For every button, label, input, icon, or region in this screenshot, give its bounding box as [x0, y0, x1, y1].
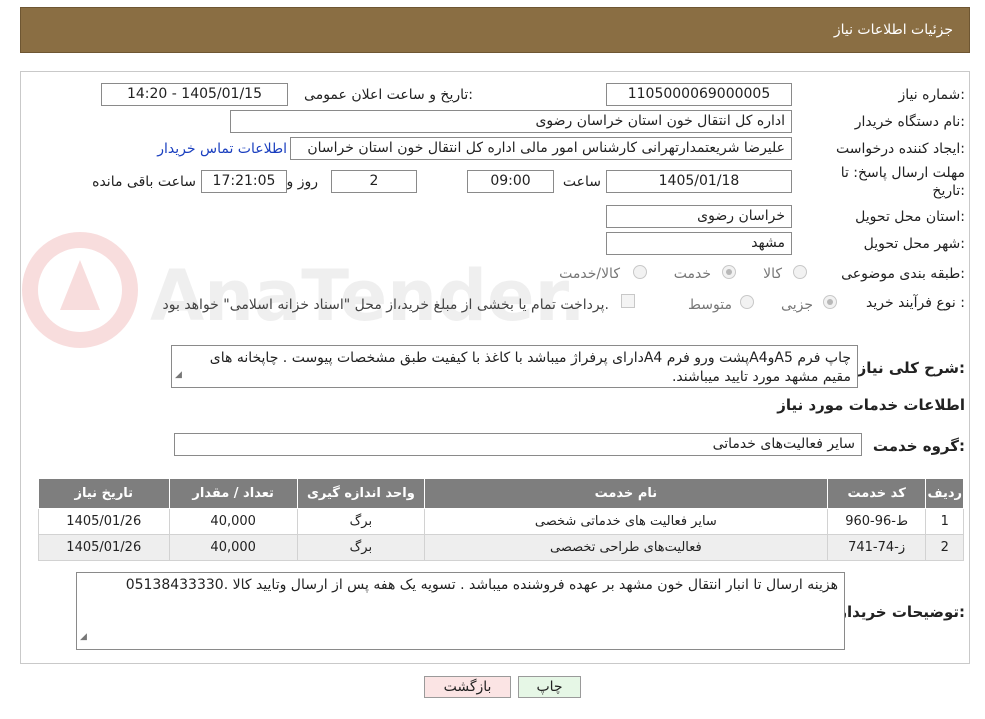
process-radio-minor[interactable]: [823, 295, 837, 309]
general-desc-label: شرح کلی نیاز:: [857, 359, 965, 377]
cell-service-code: ز-74-741: [826, 534, 927, 561]
column-header-service-name: نام خدمت: [423, 478, 828, 509]
province-value: خراسان رضوی: [606, 205, 792, 228]
process-label: نوع فرآیند خرید :: [866, 295, 965, 311]
province-label: استان محل تحویل:: [855, 209, 965, 225]
remaining-time-value: 17:21:05: [201, 170, 287, 193]
page-header: جزئیات اطلاعات نیاز: [20, 7, 970, 53]
contact-info-link[interactable]: اطلاعات تماس خریدار: [157, 141, 287, 157]
print-button[interactable]: چاپ: [518, 676, 581, 698]
days-value: 2: [331, 170, 417, 193]
remaining-time-label: ساعت باقی مانده: [92, 174, 196, 190]
cell-service-name: فعالیت‌های طراحی تخصصی: [423, 534, 828, 561]
category-radio-goods-service[interactable]: [633, 265, 647, 279]
days-label: روز و: [286, 174, 319, 190]
column-header-service-code: کد خدمت: [826, 478, 927, 509]
column-header-row-number: ردیف: [925, 478, 964, 509]
cell-row-number: 2: [925, 534, 964, 561]
category-label: طبقه بندی موضوعی:: [841, 266, 965, 282]
announce-label: تاریخ و ساعت اعلان عمومی:: [304, 87, 473, 103]
buyer-org-label: نام دستگاه خریدار:: [854, 114, 965, 130]
buyer-org-value: اداره کل انتقال خون استان خراسان رضوی: [230, 110, 792, 133]
table-row: 2 ز-74-741 فعالیت‌های طراحی تخصصی برگ 40…: [38, 534, 964, 561]
payment-checkbox[interactable]: [621, 294, 635, 308]
category-option-goods: کالا: [763, 266, 782, 282]
process-radio-medium[interactable]: [740, 295, 754, 309]
buyer-notes-label: توضیحات خریدار:: [838, 603, 965, 621]
category-radio-service[interactable]: [722, 265, 736, 279]
need-number-value: 1105000069000005: [606, 83, 792, 106]
back-button[interactable]: بازگشت: [424, 676, 511, 698]
general-desc-textarea[interactable]: چاپ فرم A5وA4پشت ورو فرم A4دارای پرفراژ …: [171, 345, 858, 388]
service-group-value: سایر فعالیت‌های خدماتی: [174, 433, 862, 456]
city-value: مشهد: [606, 232, 792, 255]
service-group-label: گروه خدمت:: [872, 437, 965, 455]
need-number-label: شماره نیاز:: [898, 87, 965, 103]
column-header-quantity: تعداد / مقدار: [168, 478, 298, 509]
deadline-time-label: ساعت: [562, 174, 601, 190]
process-option-medium: متوسط: [688, 297, 732, 313]
category-option-goods-service: کالا/خدمت: [559, 266, 620, 282]
cell-need-date: 1405/01/26: [38, 508, 170, 535]
city-label: شهر محل تحویل:: [863, 236, 965, 252]
process-option-minor: جزیی: [781, 297, 813, 313]
cell-row-number: 1: [925, 508, 964, 535]
cell-quantity: 40,000: [168, 508, 298, 535]
announce-value: 1405/01/15 - 14:20: [101, 83, 288, 106]
table-row: 1 ط-96-960 سایر فعالیت های خدماتی شخصی ب…: [38, 508, 964, 535]
deadline-label-date: تاریخ:: [932, 183, 965, 199]
category-option-service: خدمت: [673, 266, 711, 282]
requester-label: ایجاد کننده درخواست:: [836, 141, 965, 157]
resize-grip-icon[interactable]: ◢: [175, 366, 182, 385]
buyer-notes-textarea[interactable]: هزینه ارسال تا انبار انتقال خون مشهد بر …: [76, 572, 845, 650]
cell-quantity: 40,000: [168, 534, 298, 561]
requester-value: علیرضا شریعتمدارتهرانی کارشناس امور مالی…: [290, 137, 792, 160]
deadline-label: مهلت ارسال پاسخ: تا: [840, 165, 965, 181]
cell-service-name: سایر فعالیت های خدماتی شخصی: [423, 508, 828, 535]
payment-note: پرداخت تمام یا بخشی از مبلغ خرید،از محل …: [162, 297, 609, 313]
resize-grip-icon[interactable]: ◢: [80, 628, 87, 647]
category-radio-goods[interactable]: [793, 265, 807, 279]
cell-unit: برگ: [296, 508, 425, 535]
deadline-date-value: 1405/01/18: [606, 170, 792, 193]
cell-service-code: ط-96-960: [826, 508, 927, 535]
buyer-notes-text: هزینه ارسال تا انبار انتقال خون مشهد بر …: [125, 577, 838, 593]
table-header-row: ردیف کد خدمت نام خدمت واحد اندازه گیری ت…: [38, 478, 964, 509]
deadline-time-value: 09:00: [467, 170, 554, 193]
services-table: ردیف کد خدمت نام خدمت واحد اندازه گیری ت…: [38, 478, 964, 561]
services-section-title: اطلاعات خدمات مورد نیاز: [777, 396, 965, 414]
column-header-need-date: تاریخ نیاز: [38, 478, 170, 509]
cell-unit: برگ: [296, 534, 425, 561]
page-title: جزئیات اطلاعات نیاز: [833, 22, 953, 38]
cell-need-date: 1405/01/26: [38, 534, 170, 561]
column-header-unit: واحد اندازه گیری: [296, 478, 425, 509]
general-desc-text: چاپ فرم A5وA4پشت ورو فرم A4دارای پرفراژ …: [209, 350, 851, 385]
